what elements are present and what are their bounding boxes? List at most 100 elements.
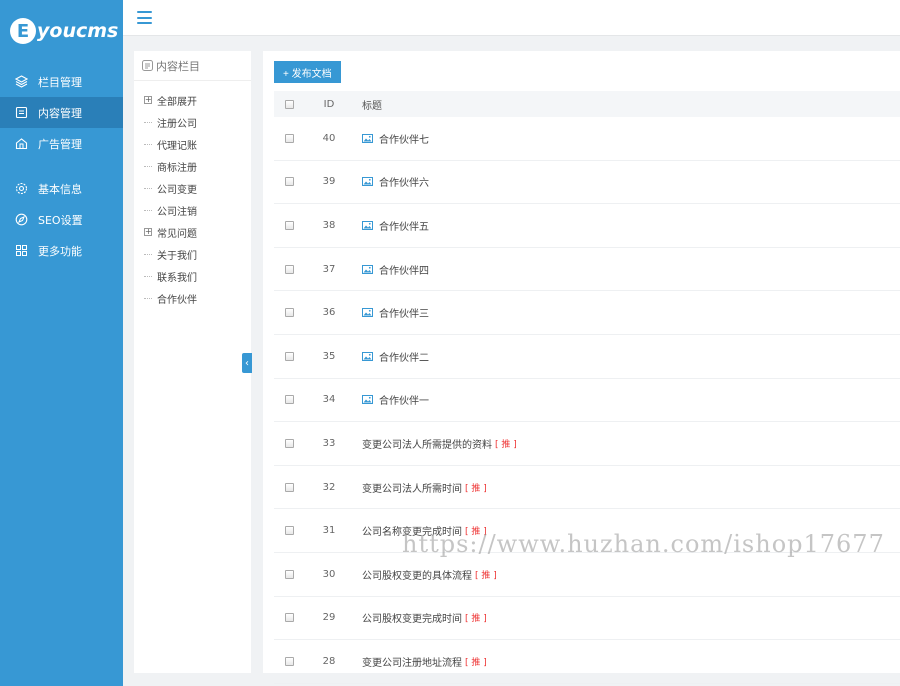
row-title-link[interactable]: 合作伙伴四: [379, 262, 429, 277]
logo-mark: E: [10, 18, 36, 44]
tree-node[interactable]: 商标注册: [134, 155, 251, 177]
table-header: ID 标题: [274, 91, 900, 117]
image-icon: [362, 133, 373, 143]
tree-node-label: 公司注销: [157, 206, 197, 218]
tree-node[interactable]: 联系我们: [134, 265, 251, 287]
sidebar-item-label: 更多功能: [38, 244, 82, 258]
tree-node-label: 公司变更: [157, 184, 197, 196]
row-title-link[interactable]: 公司名称变更完成时间: [362, 523, 462, 538]
row-id: 34: [322, 394, 336, 406]
tree-node[interactable]: + 常见问题: [134, 221, 251, 243]
row-checkbox[interactable]: [284, 482, 294, 492]
recommend-badge: [ 推 ]: [465, 483, 487, 494]
row-title-link[interactable]: 合作伙伴七: [379, 131, 429, 146]
sidebar-item-0[interactable]: 栏目管理: [0, 66, 123, 97]
row-id: 39: [322, 176, 336, 188]
table-row: 36 合作伙伴三: [274, 291, 900, 335]
row-id: 40: [322, 132, 336, 144]
sidebar-item-4[interactable]: SEO设置: [0, 204, 123, 235]
sidebar-item-label: 基本信息: [38, 182, 82, 196]
menu-toggle-icon[interactable]: [137, 11, 152, 24]
tree-node[interactable]: 合作伙伴: [134, 287, 251, 309]
content-panel: + 发布文档 ID 标题 40 合作伙伴七 39 合作伙伴六 38 合作伙伴五 37 合作伙伴…: [263, 51, 900, 684]
collapse-tree-button[interactable]: ‹: [242, 353, 252, 373]
tree-title: 内容栏目: [156, 59, 200, 73]
row-title-link[interactable]: 公司股权变更完成时间: [362, 610, 462, 625]
list-icon: [142, 60, 153, 71]
tree-node[interactable]: 代理记账: [134, 133, 251, 155]
row-checkbox[interactable]: [284, 395, 294, 405]
tree-node-label: 常见问题: [157, 228, 197, 240]
row-id: 29: [322, 612, 336, 624]
row-checkbox[interactable]: [284, 220, 294, 230]
row-title-link[interactable]: 合作伙伴三: [379, 305, 429, 320]
row-id: 31: [322, 525, 336, 537]
tree-node-label: 关于我们: [157, 250, 197, 262]
sidebar-item-1[interactable]: 内容管理: [0, 97, 123, 128]
expand-icon[interactable]: +: [144, 228, 152, 236]
tree-connector: [144, 297, 152, 299]
sidebar: E youcms 栏目管理内容管理 广告管理 基本信息 SEO设置更多功能: [0, 0, 123, 686]
tree-node-label: 联系我们: [157, 272, 197, 284]
row-id: 33: [322, 437, 336, 449]
row-id: 28: [322, 655, 336, 667]
image-icon: [362, 395, 373, 405]
logo[interactable]: E youcms: [0, 0, 123, 62]
compass-icon: [15, 213, 28, 226]
document-table: ID 标题 40 合作伙伴七 39 合作伙伴六 38 合作伙伴五 37 合作伙伴四 36 合作伙伴…: [274, 91, 900, 684]
sidebar-item-5[interactable]: 更多功能: [0, 235, 123, 266]
table-row: 35 合作伙伴二: [274, 335, 900, 379]
row-title-link[interactable]: 合作伙伴五: [379, 218, 429, 233]
row-checkbox[interactable]: [284, 264, 294, 274]
table-row: 40 合作伙伴七: [274, 117, 900, 161]
tree-connector: [144, 121, 152, 123]
row-checkbox[interactable]: [284, 613, 294, 623]
document-icon: [15, 106, 28, 119]
nav-group-system: 基本信息 SEO设置更多功能: [0, 173, 123, 266]
row-checkbox[interactable]: [284, 351, 294, 361]
sidebar-item-2[interactable]: 广告管理: [0, 128, 123, 159]
tree-node[interactable]: 注册公司: [134, 111, 251, 133]
row-checkbox[interactable]: [284, 133, 294, 143]
row-title-link[interactable]: 变更公司注册地址流程: [362, 654, 462, 669]
row-title-link[interactable]: 变更公司法人所需提供的资料: [362, 436, 492, 451]
tree-node[interactable]: + 全部展开: [134, 89, 251, 111]
ad-icon: [15, 137, 28, 150]
recommend-badge: [ 推 ]: [465, 657, 487, 668]
row-title-link[interactable]: 公司股权变更的具体流程: [362, 567, 472, 582]
row-id: 37: [322, 263, 336, 275]
row-checkbox[interactable]: [284, 569, 294, 579]
tree-list: + 全部展开注册公司代理记账商标注册公司变更公司注销 + 常见问题关于我们联系我们合作…: [134, 81, 251, 309]
tree-node[interactable]: 关于我们: [134, 243, 251, 265]
row-checkbox[interactable]: [284, 177, 294, 187]
row-id: 30: [322, 568, 336, 580]
image-icon: [362, 308, 373, 318]
gear-icon: [15, 182, 28, 195]
tree-connector: [144, 187, 152, 189]
row-checkbox[interactable]: [284, 438, 294, 448]
recommend-badge: [ 推 ]: [465, 527, 487, 538]
sidebar-item-label: SEO设置: [38, 213, 83, 227]
table-row: 37 合作伙伴四: [274, 248, 900, 292]
expand-icon[interactable]: +: [144, 96, 152, 104]
recommend-badge: [ 推 ]: [475, 570, 497, 581]
tree-node-label: 注册公司: [157, 118, 197, 130]
tree-node[interactable]: 公司变更: [134, 177, 251, 199]
row-checkbox[interactable]: [284, 526, 294, 536]
sidebar-item-label: 栏目管理: [38, 75, 82, 89]
row-title-link[interactable]: 合作伙伴六: [379, 174, 429, 189]
tree-connector: [144, 165, 152, 167]
row-title-link[interactable]: 变更公司法人所需时间: [362, 480, 462, 495]
sidebar-item-3[interactable]: 基本信息: [0, 173, 123, 204]
row-checkbox[interactable]: [284, 656, 294, 666]
row-checkbox[interactable]: [284, 308, 294, 318]
row-id: 35: [322, 350, 336, 362]
row-title-link[interactable]: 合作伙伴一: [379, 392, 429, 407]
select-all-checkbox[interactable]: [284, 99, 294, 109]
row-title-link[interactable]: 合作伙伴二: [379, 349, 429, 364]
tree-node-label: 商标注册: [157, 162, 197, 174]
tree-connector: [144, 209, 152, 211]
tree-node[interactable]: 公司注销: [134, 199, 251, 221]
publish-document-button[interactable]: + 发布文档: [274, 61, 341, 83]
topbar: [123, 0, 900, 36]
